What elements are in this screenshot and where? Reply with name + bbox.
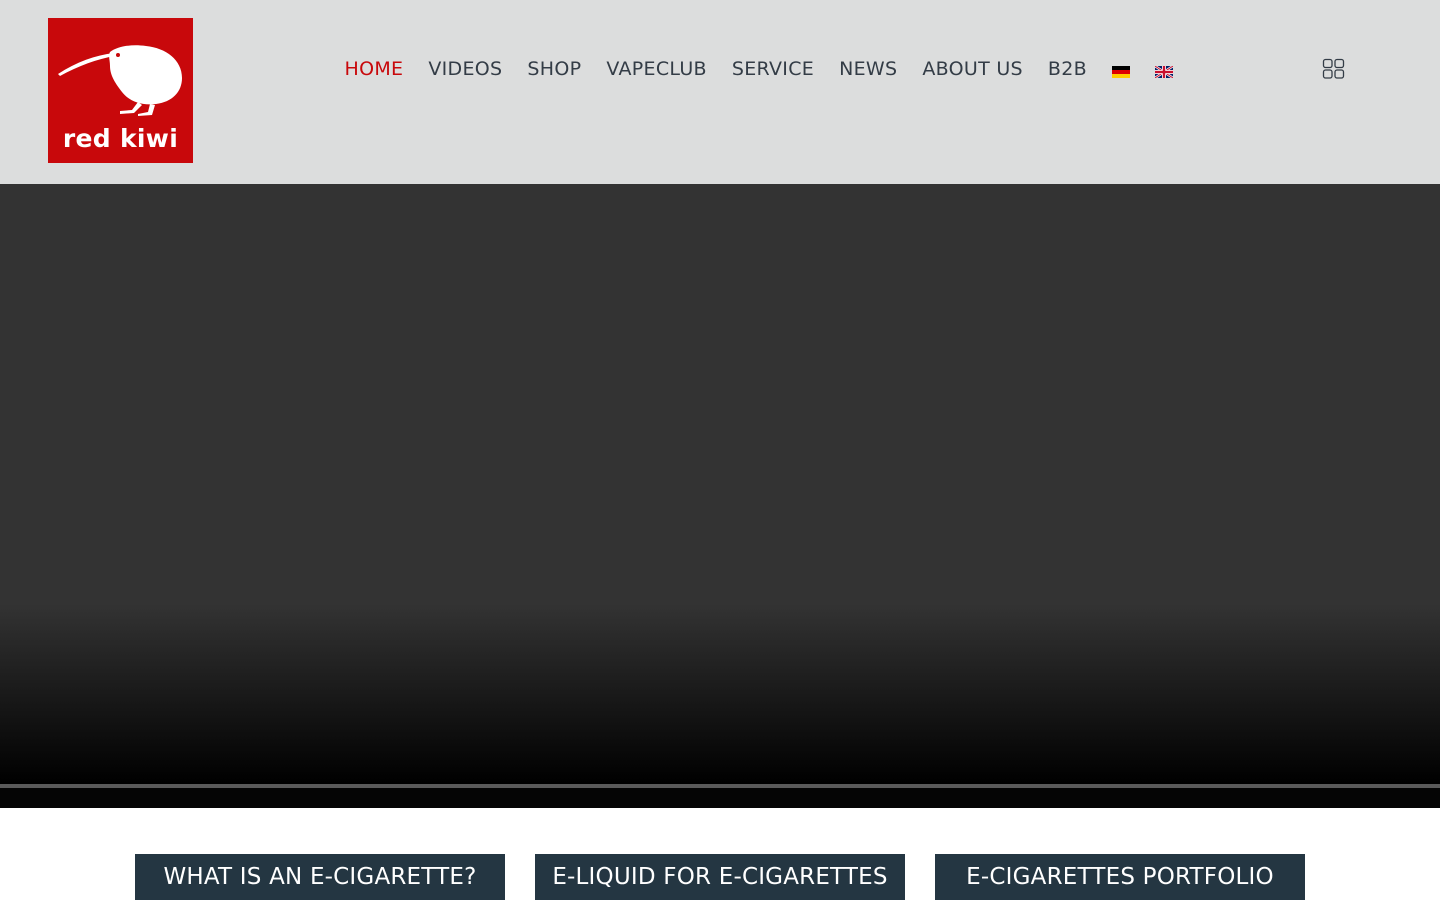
- uk-flag-icon[interactable]: [1154, 63, 1174, 79]
- feature-cards: WHAT IS AN E-CIGARETTE? E-LIQUID FOR E-C…: [0, 808, 1440, 900]
- nav-item-videos[interactable]: VIDEOS: [416, 58, 515, 80]
- nav-item-vapeclub[interactable]: VAPECLUB: [594, 58, 720, 80]
- hero-video-area[interactable]: [0, 184, 1440, 784]
- nav-item-about-us[interactable]: ABOUT US: [910, 58, 1036, 80]
- logo-text: red kiwi: [62, 124, 179, 153]
- nav-item-home[interactable]: HOME: [332, 58, 416, 80]
- card-e-liquid[interactable]: E-LIQUID FOR E-CIGARETTES: [535, 854, 905, 900]
- site-header: red kiwi HOME VIDEOS SHOP VAPECLUB SERVI…: [0, 0, 1440, 184]
- card-portfolio[interactable]: E-CIGARETTES PORTFOLIO: [935, 854, 1305, 900]
- brand-logo[interactable]: red kiwi: [48, 18, 193, 163]
- nav-item-news[interactable]: NEWS: [827, 58, 910, 80]
- grid-icon[interactable]: [1322, 58, 1346, 80]
- german-flag-icon[interactable]: [1111, 63, 1130, 78]
- video-progress-line: [0, 784, 1440, 788]
- video-progress-track[interactable]: [0, 784, 1440, 808]
- nav-item-shop[interactable]: SHOP: [515, 58, 594, 80]
- card-what-is-e-cigarette[interactable]: WHAT IS AN E-CIGARETTE?: [135, 854, 505, 900]
- nav-item-service[interactable]: SERVICE: [719, 58, 826, 80]
- nav-item-b2b[interactable]: B2B: [1035, 58, 1099, 80]
- main-nav: HOME VIDEOS SHOP VAPECLUB SERVICE NEWS A…: [332, 52, 1185, 86]
